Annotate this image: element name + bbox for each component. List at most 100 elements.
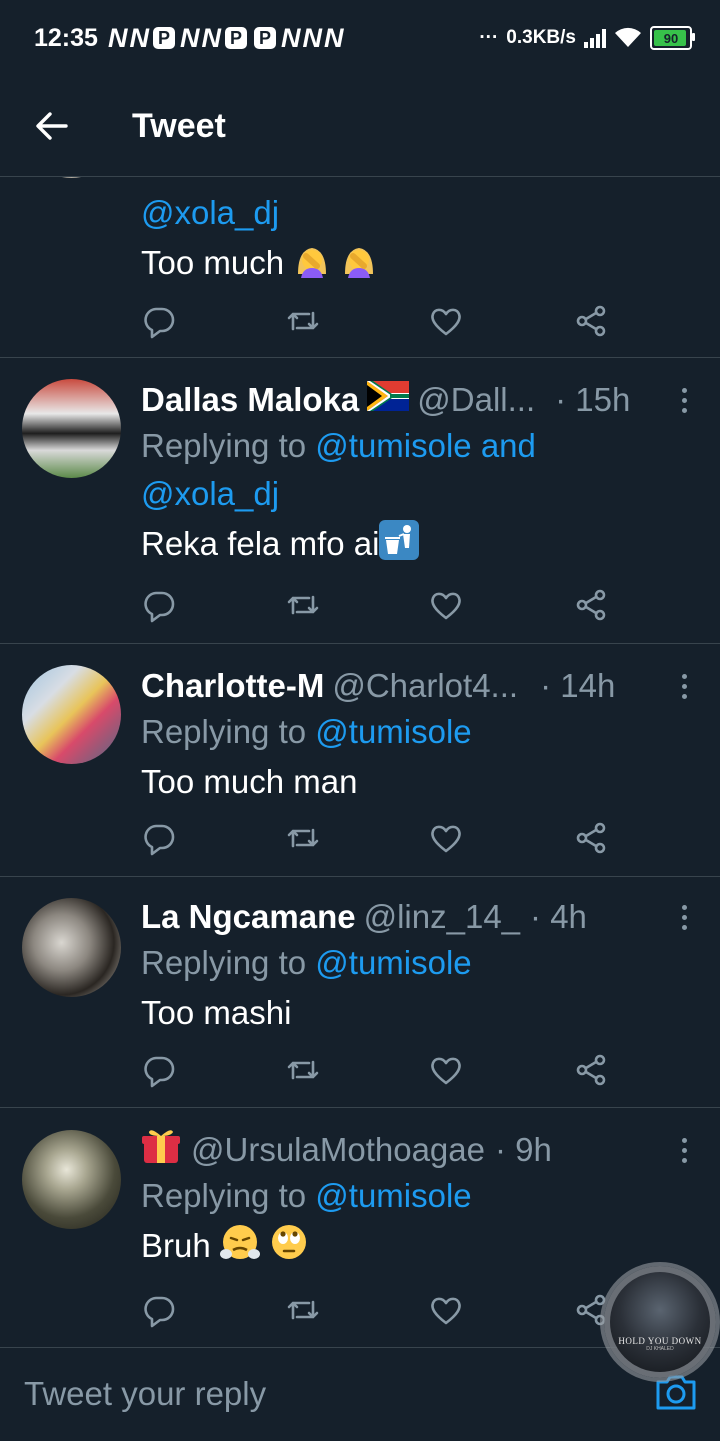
tweet-time[interactable]: · 14h	[540, 667, 615, 705]
reply-icon	[144, 824, 175, 856]
share-icon	[576, 305, 606, 337]
tweet-header: La Ngcamane @linz_14_ · 4h	[141, 895, 690, 939]
tweet-text: Too mashi	[141, 994, 292, 1031]
battery-icon: 90	[650, 26, 695, 50]
author-handle[interactable]: @linz_14_	[364, 898, 520, 936]
tweet-header: Charlotte-M @Charlot4... · 14h	[141, 664, 690, 708]
retweet-button[interactable]	[285, 1292, 321, 1328]
woman-facepalming-emoji	[293, 240, 331, 291]
like-button[interactable]	[428, 587, 464, 623]
more-options-button[interactable]	[674, 674, 694, 699]
tweet-item[interactable]: Charlotte-M @Charlot4... · 14h Replying …	[0, 644, 720, 877]
author-handle[interactable]: @Dall...	[417, 381, 535, 419]
retweet-icon	[287, 311, 319, 331]
mention-link[interactable]: @tumisole	[315, 944, 471, 981]
author-handle[interactable]: @UrsulaMothoagae	[191, 1131, 485, 1169]
tweet-actions	[141, 1052, 611, 1092]
avatar[interactable]	[22, 379, 121, 478]
author-name[interactable]: La Ngcamane	[141, 898, 356, 936]
share-button[interactable]	[573, 303, 609, 339]
tweet-item[interactable]: Dallas Maloka @Dall... · 15h Replying to…	[0, 358, 720, 644]
back-button[interactable]	[34, 108, 70, 144]
notification-n-icon: N	[323, 22, 343, 53]
tweet-text: Too much	[141, 239, 690, 291]
camera-icon	[656, 1375, 696, 1410]
heart-icon	[431, 1057, 461, 1085]
author-name[interactable]: Charlotte-M	[141, 667, 324, 705]
reply-button[interactable]	[141, 303, 177, 339]
more-options-button[interactable]	[674, 388, 694, 413]
tweet-actions	[141, 303, 611, 343]
litter-in-bin-sign-emoji	[379, 520, 420, 573]
notification-n-icon: N	[107, 22, 127, 53]
share-button[interactable]	[573, 1052, 609, 1088]
mention-link[interactable]: @xola_dj	[141, 475, 279, 512]
author-name[interactable]: Dallas Maloka	[141, 381, 359, 419]
tweet-header: @UrsulaMothoagae · 9h	[141, 1128, 690, 1172]
reply-composer-bar	[0, 1347, 720, 1441]
tweet-actions	[141, 820, 611, 860]
camera-button[interactable]	[654, 1372, 698, 1412]
tweet-item[interactable]: La Ngcamane @linz_14_ · 4h Replying to @…	[0, 877, 720, 1108]
avatar[interactable]	[22, 177, 121, 178]
reply-button[interactable]	[141, 1052, 177, 1088]
net-speed: 0.3KB/s	[506, 27, 576, 48]
gift-icon	[141, 1127, 181, 1173]
tweet-time[interactable]: · 4h	[530, 898, 587, 936]
tweet-time[interactable]: · 9h	[495, 1131, 552, 1169]
notification-icons: N N P N N P P N N N	[108, 23, 343, 54]
mention-link[interactable]: @tumisole	[315, 1177, 471, 1214]
more-options-button[interactable]	[674, 1138, 694, 1163]
reply-icon	[144, 591, 175, 623]
notification-p-icon: P	[224, 27, 247, 49]
more-options-button[interactable]	[674, 905, 694, 930]
share-button[interactable]	[573, 820, 609, 856]
like-button[interactable]	[428, 820, 464, 856]
heart-icon	[431, 592, 461, 620]
status-bar: 12:35 N N P N N P P N N N ··· 0.3KB/s 90	[0, 0, 720, 76]
music-title: HOLD YOU DOWN	[618, 1336, 702, 1346]
mention-link[interactable]: @xola_dj	[141, 194, 279, 231]
author-handle[interactable]: @Charlot4...	[332, 667, 518, 705]
retweet-button[interactable]	[285, 820, 321, 856]
tweet-item[interactable]: @xola_dj Too much	[0, 177, 720, 358]
avatar[interactable]	[22, 665, 121, 764]
notification-n-icon: N	[302, 22, 321, 53]
mention-link[interactable]: @tumisole and	[315, 427, 536, 464]
status-right: ··· 0.3KB/s 90	[479, 26, 695, 50]
like-button[interactable]	[428, 1292, 464, 1328]
tweet-text: Reka fela mfo ai	[141, 520, 690, 573]
face-with-steam-emoji	[219, 1222, 260, 1275]
tweet-text: Too much man	[141, 763, 358, 800]
reply-button[interactable]	[141, 1292, 177, 1328]
avatar[interactable]	[22, 1130, 121, 1229]
share-icon	[576, 1054, 606, 1086]
reply-icon	[144, 307, 175, 339]
avatar[interactable]	[22, 898, 121, 997]
page-title: Tweet	[132, 106, 226, 145]
tweet-actions	[141, 587, 611, 627]
battery-level: 90	[663, 30, 679, 46]
replying-to: Replying to @tumisole	[141, 944, 472, 981]
retweet-button[interactable]	[285, 1052, 321, 1088]
retweet-button[interactable]	[285, 303, 321, 339]
south-africa-flag-icon	[367, 381, 410, 419]
tweet-time[interactable]: · 15h	[555, 381, 630, 419]
music-player-bubble[interactable]: HOLD YOU DOWN DJ KHALED	[604, 1266, 716, 1378]
like-button[interactable]	[428, 303, 464, 339]
replying-to: Replying to @tumisole and	[141, 427, 536, 464]
wifi-icon	[615, 27, 641, 47]
share-button[interactable]	[573, 587, 609, 623]
reply-input[interactable]	[22, 1368, 586, 1420]
retweet-icon	[287, 828, 319, 848]
replying-to: Replying to @tumisole	[141, 713, 472, 750]
replying-to: Replying to @tumisole	[141, 1177, 472, 1214]
like-button[interactable]	[428, 1052, 464, 1088]
mention-link[interactable]: @tumisole	[315, 713, 471, 750]
reply-button[interactable]	[141, 820, 177, 856]
status-time: 12:35	[34, 23, 98, 52]
retweet-button[interactable]	[285, 587, 321, 623]
reply-button[interactable]	[141, 587, 177, 623]
music-artist: DJ KHALED	[646, 1346, 674, 1352]
retweet-icon	[287, 595, 319, 615]
